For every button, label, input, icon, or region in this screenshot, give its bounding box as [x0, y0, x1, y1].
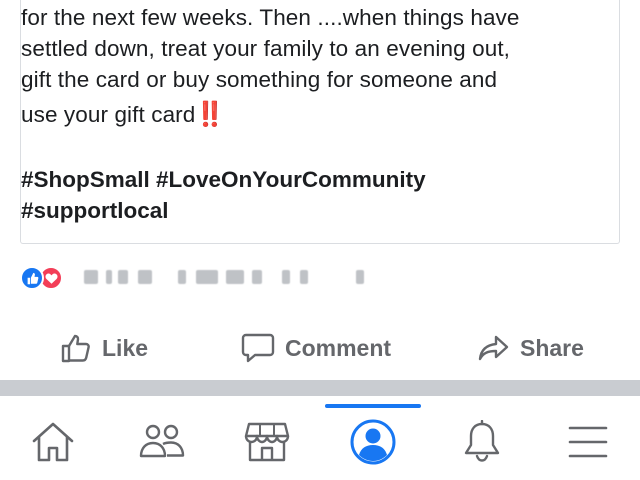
like-reaction-icon [20, 266, 44, 290]
bottom-tab-bar [0, 396, 640, 480]
post-text-line-last: use your gift card‼️ [21, 99, 601, 130]
post-text-fragment: use your gift card [21, 102, 196, 127]
obscured-name [356, 270, 364, 284]
active-tab-indicator [325, 404, 421, 408]
obscured-name [196, 270, 218, 284]
like-icon [61, 334, 90, 363]
obscured-name [252, 270, 262, 284]
profile-icon [350, 419, 396, 465]
obscured-name [118, 270, 128, 284]
home-icon [32, 422, 74, 462]
post-text-line: gift the card or buy something for someo… [21, 67, 498, 92]
tab-profile[interactable] [343, 418, 403, 466]
share-arrow-icon [478, 335, 509, 361]
post-hashtags: #ShopSmall #LoveOnYourCommunity #support… [21, 164, 601, 226]
hashtag-line[interactable]: #supportlocal [21, 195, 601, 226]
reactions-summary[interactable] [20, 264, 420, 292]
like-button[interactable]: Like [60, 326, 148, 370]
post-body: for the next few weeks. Then ....when th… [21, 2, 601, 130]
comment-label: Comment [285, 334, 392, 361]
marketplace-icon [244, 422, 290, 462]
tab-notifications[interactable] [452, 418, 512, 466]
tab-menu[interactable] [558, 418, 618, 466]
obscured-name [106, 270, 112, 284]
share-label: Share [520, 334, 584, 361]
share-button[interactable]: Share [478, 326, 584, 370]
obscured-name [138, 270, 152, 284]
feed-divider [0, 380, 640, 396]
hashtag-line[interactable]: #ShopSmall #LoveOnYourCommunity [21, 164, 601, 195]
menu-icon [568, 426, 608, 458]
double-exclamation-icon: ‼️ [195, 101, 225, 128]
comment-icon [241, 333, 275, 363]
post-text-line: for the next few weeks. Then ....when th… [21, 5, 520, 30]
obscured-name [178, 270, 186, 284]
tab-friends[interactable] [132, 418, 192, 466]
post-text-line: settled down, treat your family to an ev… [21, 36, 511, 61]
obscured-name [84, 270, 98, 284]
obscured-name [226, 270, 244, 284]
post-action-bar: Like Comment Share [0, 326, 640, 370]
obscured-name [282, 270, 290, 284]
like-label: Like [102, 334, 149, 361]
obscured-name [300, 270, 308, 284]
tab-marketplace[interactable] [237, 418, 297, 466]
notifications-icon [464, 420, 500, 462]
tab-home[interactable] [23, 418, 83, 466]
comment-button[interactable]: Comment [241, 326, 391, 370]
friends-icon [139, 424, 185, 458]
